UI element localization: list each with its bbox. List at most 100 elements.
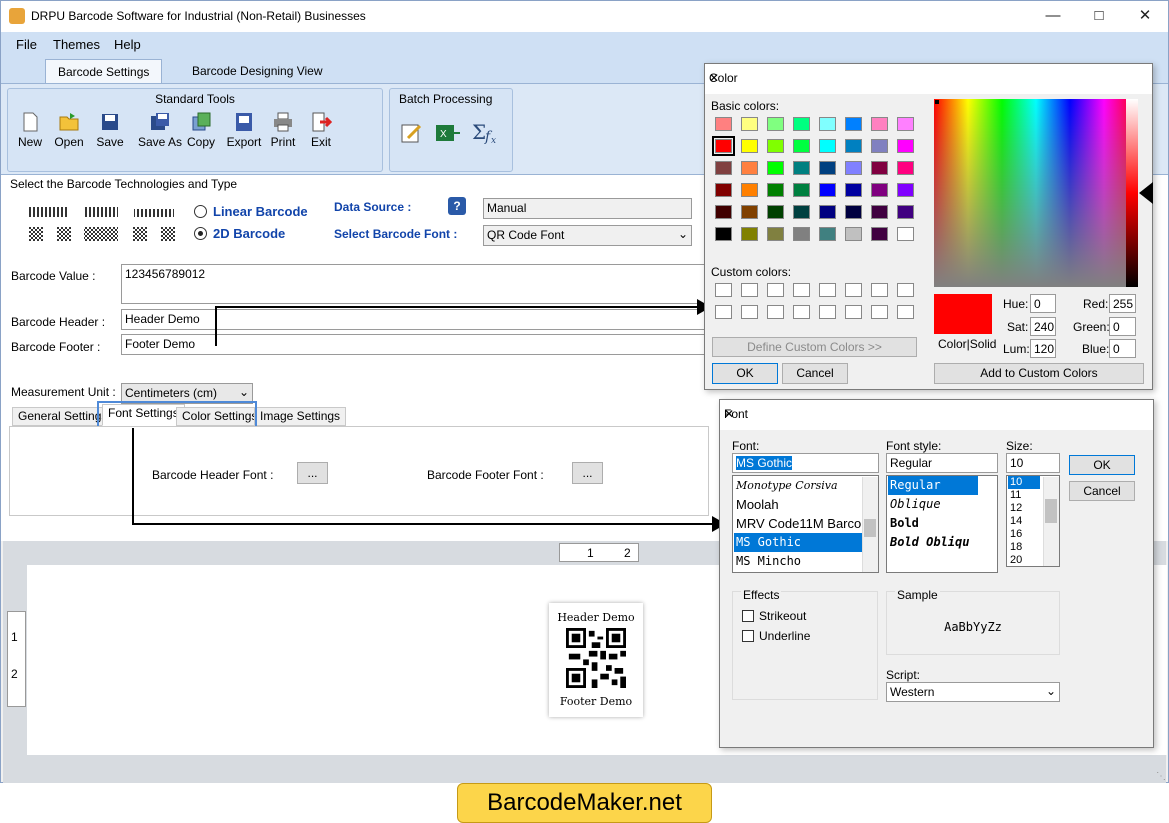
- basic-color-swatch[interactable]: [871, 183, 888, 197]
- list-item[interactable]: Moolah: [734, 495, 862, 514]
- basic-color-swatch[interactable]: [715, 161, 732, 175]
- basic-color-swatch[interactable]: [871, 139, 888, 153]
- green-input[interactable]: 0: [1109, 317, 1136, 336]
- color-ok-button[interactable]: OK: [712, 363, 778, 384]
- open-button[interactable]: Open: [47, 111, 91, 149]
- sat-input[interactable]: 240: [1030, 317, 1056, 336]
- tab-barcode-designing-view[interactable]: Barcode Designing View: [180, 59, 335, 84]
- close-icon[interactable]: ✕: [709, 71, 1144, 85]
- basic-color-swatch[interactable]: [741, 139, 758, 153]
- size-input[interactable]: 10: [1006, 453, 1060, 473]
- basic-color-swatch[interactable]: [845, 139, 862, 153]
- font-ok-button[interactable]: OK: [1069, 455, 1135, 475]
- luminance-bar[interactable]: [1126, 99, 1138, 287]
- custom-color-swatch[interactable]: [741, 283, 758, 297]
- close-icon[interactable]: ✕: [724, 407, 1145, 421]
- basic-color-swatch[interactable]: [767, 205, 784, 219]
- color-spectrum[interactable]: [934, 99, 1138, 287]
- define-custom-colors-button[interactable]: Define Custom Colors >>: [712, 337, 917, 357]
- custom-color-swatch[interactable]: [793, 305, 810, 319]
- linear-radio[interactable]: [194, 205, 207, 218]
- basic-color-swatch[interactable]: [767, 183, 784, 197]
- custom-color-swatch[interactable]: [767, 305, 784, 319]
- menu-help[interactable]: Help: [114, 37, 141, 52]
- basic-color-swatch[interactable]: [741, 183, 758, 197]
- underline-checkbox[interactable]: [742, 630, 754, 642]
- list-item-selected[interactable]: 10: [1008, 476, 1040, 489]
- barcode-footer-input[interactable]: Footer Demo: [121, 334, 711, 355]
- basic-color-swatch[interactable]: [767, 227, 784, 241]
- header-font-button[interactable]: ...: [297, 462, 328, 484]
- basic-color-swatch[interactable]: [715, 205, 732, 219]
- basic-color-swatch[interactable]: [767, 161, 784, 175]
- basic-color-swatch[interactable]: [871, 227, 888, 241]
- basic-color-swatch[interactable]: [793, 161, 810, 175]
- basic-color-swatch[interactable]: [767, 139, 784, 153]
- basic-color-swatch[interactable]: [819, 117, 836, 131]
- resize-grip[interactable]: ⋱: [1156, 771, 1166, 782]
- basic-color-swatch[interactable]: [741, 227, 758, 241]
- basic-color-swatch[interactable]: [793, 117, 810, 131]
- twod-radio[interactable]: [194, 227, 207, 240]
- basic-color-swatch[interactable]: [897, 183, 914, 197]
- strikeout-checkbox[interactable]: [742, 610, 754, 622]
- size-list-scrollbar[interactable]: [1043, 477, 1059, 566]
- basic-color-swatch[interactable]: [897, 161, 914, 175]
- custom-color-swatch[interactable]: [897, 305, 914, 319]
- menu-file[interactable]: File: [16, 37, 37, 52]
- close-button[interactable]: ✕: [1122, 1, 1168, 31]
- script-select[interactable]: Western ⌄: [886, 682, 1060, 702]
- basic-color-swatch[interactable]: [897, 139, 914, 153]
- new-button[interactable]: New: [8, 111, 52, 149]
- basic-color-swatch[interactable]: [715, 117, 732, 131]
- basic-color-swatch[interactable]: [793, 139, 810, 153]
- hue-input[interactable]: 0: [1030, 294, 1056, 313]
- custom-color-swatch[interactable]: [793, 283, 810, 297]
- list-item[interactable]: Oblique: [888, 495, 941, 514]
- basic-color-swatch[interactable]: [819, 161, 836, 175]
- batch-formula-icon[interactable]: Σf x: [470, 119, 502, 145]
- font-style-input[interactable]: Regular: [886, 453, 998, 473]
- tab-image-settings[interactable]: Image Settings: [254, 407, 347, 426]
- font-list[interactable]: Monotype Corsiva Moolah MRV Code11M Barc…: [732, 475, 879, 573]
- basic-color-swatch[interactable]: [897, 205, 914, 219]
- basic-color-swatch[interactable]: [845, 227, 862, 241]
- custom-color-swatch[interactable]: [767, 283, 784, 297]
- list-item[interactable]: 14: [1008, 515, 1040, 528]
- data-source-field[interactable]: Manual: [483, 198, 692, 219]
- save-button[interactable]: Save: [88, 111, 132, 149]
- copy-button[interactable]: Copy: [179, 111, 223, 149]
- batch-excel-icon[interactable]: X: [434, 122, 462, 144]
- red-input[interactable]: 255: [1109, 294, 1136, 313]
- basic-color-swatch[interactable]: [845, 117, 862, 131]
- help-icon[interactable]: ?: [448, 197, 466, 215]
- menu-themes[interactable]: Themes: [53, 37, 100, 52]
- list-item[interactable]: MS Mincho: [734, 552, 862, 571]
- basic-color-swatch[interactable]: [712, 136, 735, 156]
- barcode-header-input[interactable]: Header Demo: [121, 309, 711, 330]
- basic-color-swatch[interactable]: [897, 227, 914, 241]
- custom-color-swatch[interactable]: [845, 305, 862, 319]
- custom-color-swatch[interactable]: [871, 305, 888, 319]
- color-cancel-button[interactable]: Cancel: [782, 363, 848, 384]
- basic-color-swatch[interactable]: [767, 117, 784, 131]
- font-style-list[interactable]: Regular Oblique Bold Bold Obliqu: [886, 475, 998, 573]
- custom-color-swatch[interactable]: [715, 305, 732, 319]
- font-name-input[interactable]: MS Gothic: [732, 453, 879, 473]
- list-item-selected[interactable]: Regular: [888, 476, 978, 495]
- batch-edit-icon[interactable]: [400, 122, 424, 144]
- list-item[interactable]: Bold Obliqu: [888, 533, 969, 552]
- custom-color-swatch[interactable]: [897, 283, 914, 297]
- basic-color-swatch[interactable]: [715, 227, 732, 241]
- font-list-scrollbar[interactable]: [862, 477, 878, 572]
- list-item[interactable]: 20: [1008, 554, 1040, 566]
- list-item[interactable]: 18: [1008, 541, 1040, 554]
- list-item[interactable]: 12: [1008, 502, 1040, 515]
- basic-color-swatch[interactable]: [819, 183, 836, 197]
- export-button[interactable]: Export: [222, 111, 266, 149]
- list-item-selected[interactable]: MS Gothic: [734, 533, 862, 552]
- basic-color-swatch[interactable]: [793, 183, 810, 197]
- basic-color-swatch[interactable]: [845, 205, 862, 219]
- tab-barcode-settings[interactable]: Barcode Settings: [45, 59, 163, 84]
- basic-color-swatch[interactable]: [897, 117, 914, 131]
